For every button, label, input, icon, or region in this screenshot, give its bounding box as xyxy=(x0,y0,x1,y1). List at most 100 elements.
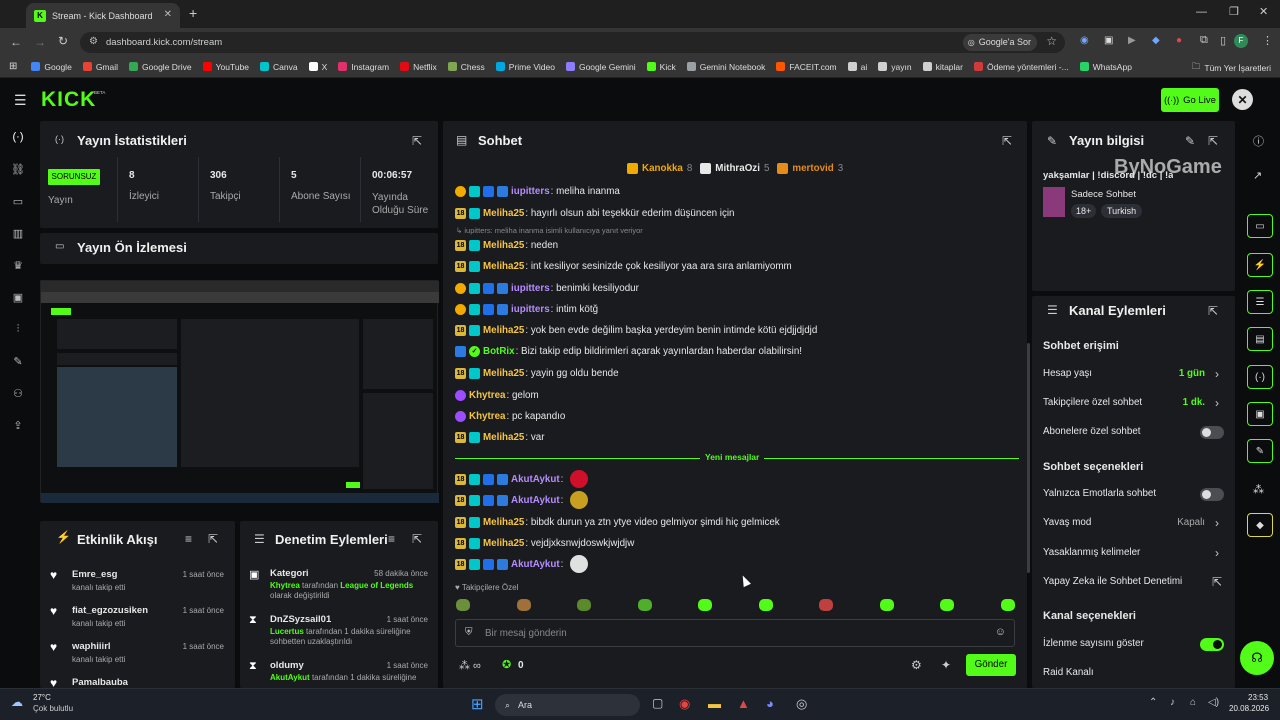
bookmark-item[interactable]: Google xyxy=(31,62,72,72)
external-link-icon[interactable]: ⇱ xyxy=(1212,575,1222,589)
window-icon[interactable]: ▭ xyxy=(11,195,25,209)
bookmark-item[interactable]: Ödeme yöntemleri -... xyxy=(973,62,1069,72)
emoji-icon[interactable]: ☺ xyxy=(995,626,1006,638)
file-explorer-icon[interactable]: ▬ xyxy=(708,696,721,711)
chat-username[interactable]: AkutAykut xyxy=(511,474,560,485)
rail-button-chat[interactable]: ▤ xyxy=(1247,327,1273,351)
chat-input[interactable]: ⛨ Bir mesaj gönderin ☺ xyxy=(455,619,1015,647)
emote-icon[interactable] xyxy=(1000,599,1015,611)
chat-message[interactable]: 18 Meliha25: yok ben evde değilim başka y… xyxy=(455,323,817,337)
bookmark-item[interactable]: ai xyxy=(847,62,867,72)
help-chat-button[interactable]: ☊ xyxy=(1240,641,1274,675)
wrench-icon[interactable]: ✎ xyxy=(11,355,25,369)
popout-icon[interactable]: ⇱ xyxy=(1208,304,1218,318)
popout-icon[interactable]: ⇱ xyxy=(412,532,422,546)
obs-icon[interactable]: ◎ xyxy=(796,696,807,712)
forward-icon[interactable]: → xyxy=(34,35,46,49)
subs-only-toggle[interactable] xyxy=(1200,426,1224,439)
network-icon[interactable]: ⌂ xyxy=(1190,697,1196,708)
emote-icon[interactable] xyxy=(516,599,531,611)
settings-gear-icon[interactable]: ⚙ xyxy=(911,658,922,672)
chat-message[interactable]: 18 Meliha25: vejdjxksnwjdoswkjwjdjw xyxy=(455,536,634,550)
bookmark-item[interactable]: Chess xyxy=(447,62,485,72)
chat-username[interactable]: iupitters xyxy=(511,304,550,315)
extension-icon[interactable]: ◉ xyxy=(1080,35,1089,46)
volume-icon[interactable]: ◁) xyxy=(1208,697,1219,708)
chat-message[interactable]: Khytrea: pc kapandıo xyxy=(455,409,565,423)
chat-message[interactable]: iupitters: benimki kesiliyodur xyxy=(455,281,639,295)
chart-icon[interactable]: ⫶ xyxy=(11,323,25,337)
emote-icon[interactable] xyxy=(879,599,894,611)
chat-message[interactable]: 18 Meliha25: bibdk durun ya ztn ytye vide… xyxy=(455,515,780,529)
chat-username[interactable]: Meliha25 xyxy=(483,432,524,443)
chat-message[interactable]: 18 AkutAykut: xyxy=(455,555,589,573)
users-icon[interactable]: ⚇ xyxy=(11,387,25,401)
go-live-button[interactable]: ((·)) Go Live xyxy=(1161,88,1219,112)
chat-message[interactable]: Khytrea: gelom xyxy=(455,388,539,402)
video-icon[interactable]: ▣ xyxy=(11,291,25,305)
chat-username[interactable]: Meliha25 xyxy=(483,240,524,251)
chat-username[interactable]: Meliha25 xyxy=(483,538,524,549)
banned-words-setting[interactable]: Yasaklanmış kelimeler xyxy=(1043,547,1140,558)
expand-icon[interactable]: ↗ xyxy=(1253,169,1262,182)
activity-user[interactable]: Emre_esg xyxy=(72,569,117,580)
bookmark-item[interactable]: Kick xyxy=(646,62,676,72)
emote-icon[interactable] xyxy=(940,599,954,611)
chrome-icon[interactable]: ◉ xyxy=(679,696,690,712)
rail-button-mod-tools[interactable]: ◆ xyxy=(1247,513,1273,537)
chat-username[interactable]: Khytrea xyxy=(469,411,505,422)
chat-message[interactable]: 18 Meliha25: var xyxy=(455,430,544,444)
chat-username[interactable]: Meliha25 xyxy=(483,208,524,219)
chat-username[interactable]: Meliha25 xyxy=(483,325,524,336)
slow-mode-setting[interactable]: Yavaş mod xyxy=(1043,517,1091,528)
emote-icon[interactable] xyxy=(456,599,470,611)
app-icon[interactable]: ▲ xyxy=(737,696,750,711)
bookmark-item[interactable]: WhatsApp xyxy=(1079,62,1132,72)
extension-icon[interactable]: ● xyxy=(1176,35,1182,46)
top-gifter[interactable]: Kanokka 8 xyxy=(627,163,692,174)
chat-username[interactable]: iupitters xyxy=(511,283,550,294)
subs-only-setting[interactable]: Abonelere özel sohbet xyxy=(1043,426,1141,437)
microphone-icon[interactable]: ♪ xyxy=(1170,697,1175,708)
rail-button-broadcast[interactable]: (·) xyxy=(1247,365,1273,389)
info-icon[interactable]: ⓘ xyxy=(1253,133,1264,149)
bookmark-item[interactable]: X xyxy=(308,62,327,72)
account-age-setting[interactable]: Hesap yaşı xyxy=(1043,368,1092,379)
extension-icon[interactable]: ▣ xyxy=(1104,35,1113,46)
browser-tab[interactable]: K Stream - Kick Dashboard ✕ xyxy=(26,3,180,28)
analytics-icon[interactable]: ▥ xyxy=(11,227,25,241)
popout-icon[interactable]: ⇱ xyxy=(412,134,422,148)
chat-actions-icon[interactable]: ⁂ ∞ xyxy=(459,659,481,672)
chat-message[interactable]: 18 AkutAykut: xyxy=(455,491,589,509)
bookmark-item[interactable]: Google Drive xyxy=(129,62,192,72)
back-icon[interactable]: ← xyxy=(10,35,22,49)
chevron-right-icon[interactable]: › xyxy=(1215,516,1219,530)
task-view-icon[interactable]: ▢ xyxy=(652,696,663,710)
link-icon[interactable]: ⛓ xyxy=(11,163,25,177)
close-window-icon[interactable]: ✕ xyxy=(1259,5,1268,18)
bookmark-item[interactable]: Google Gemini xyxy=(565,62,636,72)
apps-grid-icon[interactable]: ⊞ xyxy=(9,61,17,72)
kick-logo[interactable]: KICK xyxy=(41,88,96,112)
reload-icon[interactable]: ↻ xyxy=(58,34,68,48)
hamburger-menu-icon[interactable]: ☰ xyxy=(14,92,27,109)
chat-username[interactable]: BotRix xyxy=(483,346,515,357)
bookmark-item[interactable]: Instagram xyxy=(338,62,389,72)
filter-icon[interactable]: ≡ xyxy=(388,532,395,546)
chat-username[interactable]: Meliha25 xyxy=(483,261,524,272)
chat-scrollbar[interactable] xyxy=(1027,343,1030,573)
emote-icon[interactable] xyxy=(698,599,712,611)
tray-chevron-icon[interactable]: ⌃ xyxy=(1149,697,1157,708)
top-gifter[interactable]: mertovid 3 xyxy=(777,163,843,174)
chat-username[interactable]: Meliha25 xyxy=(483,368,524,379)
upload-icon[interactable]: ⇪ xyxy=(11,419,25,433)
site-info-icon[interactable]: ⚙ xyxy=(89,36,98,47)
mod-tools-icon[interactable]: ✦ xyxy=(941,658,951,672)
chat-message[interactable]: 18 Meliha25: neden xyxy=(455,238,558,252)
chat-message[interactable]: 18 Meliha25: yayin gg oldu bende xyxy=(455,366,619,380)
filter-icon[interactable]: ≡ xyxy=(185,532,192,546)
followers-only-setting[interactable]: Takipçilere özel sohbet xyxy=(1043,397,1142,408)
stream-preview[interactable] xyxy=(40,280,439,503)
stream-icon[interactable]: (·) xyxy=(11,131,25,145)
emote-only-toggle[interactable] xyxy=(1200,488,1224,501)
